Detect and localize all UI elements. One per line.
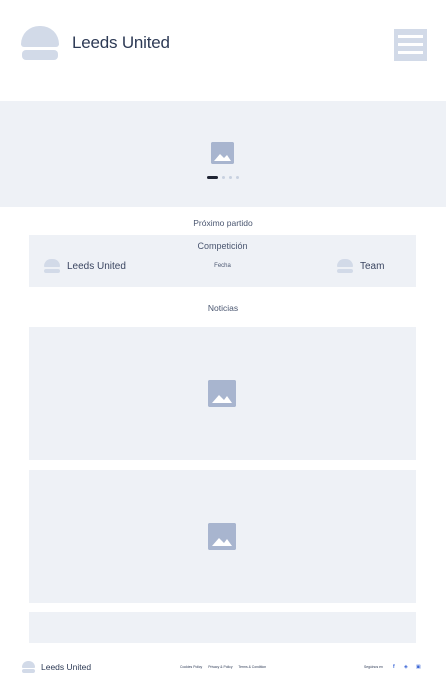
hamburger-icon bbox=[398, 35, 423, 38]
footer-brand-name: Leeds United bbox=[41, 662, 92, 672]
home-team-logo bbox=[44, 259, 60, 273]
away-team-logo-bottom bbox=[337, 269, 353, 273]
footer-logo-bottom bbox=[22, 669, 35, 673]
instagram-icon[interactable]: ▣ bbox=[416, 663, 421, 671]
carousel-dot[interactable] bbox=[229, 176, 232, 179]
next-match-title: Próximo partido bbox=[193, 218, 253, 228]
footer-logo[interactable] bbox=[22, 661, 35, 673]
brand-logo-bottom bbox=[22, 50, 58, 60]
footer-link-terms[interactable]: Terms & Condition bbox=[238, 665, 266, 669]
image-placeholder-icon bbox=[208, 380, 236, 407]
carousel-dot[interactable] bbox=[236, 176, 239, 179]
away-team-name: Team bbox=[360, 261, 385, 272]
match-card[interactable]: Competición Fecha Leeds United Team bbox=[29, 235, 416, 287]
facebook-icon[interactable]: f bbox=[393, 663, 395, 671]
brand-logo[interactable] bbox=[21, 26, 59, 60]
away-team-logo bbox=[337, 259, 353, 273]
home-team-logo-top bbox=[44, 259, 60, 267]
carousel-dot-active[interactable] bbox=[207, 176, 218, 179]
follow-us-label: Segúinos en bbox=[364, 665, 383, 669]
away-team-logo-top bbox=[337, 259, 353, 267]
footer-link-cookies[interactable]: Cookies Policy bbox=[180, 665, 202, 669]
news-title: Noticias bbox=[207, 303, 239, 313]
footer-logo-top bbox=[22, 661, 35, 668]
home-team-logo-bottom bbox=[44, 269, 60, 273]
footer-link-privacy[interactable]: Privacy & Policy bbox=[208, 665, 232, 669]
brand-logo-top bbox=[21, 26, 59, 47]
competition-label: Competición bbox=[197, 241, 248, 251]
carousel-dot[interactable] bbox=[222, 176, 225, 179]
news-card[interactable] bbox=[29, 612, 416, 643]
image-placeholder-icon bbox=[211, 142, 234, 164]
home-team-name: Leeds United bbox=[67, 261, 126, 272]
image-placeholder-icon bbox=[208, 523, 236, 550]
brand-title[interactable]: Leeds United bbox=[72, 33, 170, 53]
hamburger-menu-button[interactable] bbox=[394, 29, 427, 61]
hamburger-icon-line bbox=[398, 51, 423, 54]
footer-links: Cookies Policy Privacy & Policy Terms & … bbox=[180, 665, 271, 669]
hamburger-icon-line bbox=[398, 43, 423, 46]
twitter-icon[interactable]: ◈ bbox=[404, 663, 408, 671]
